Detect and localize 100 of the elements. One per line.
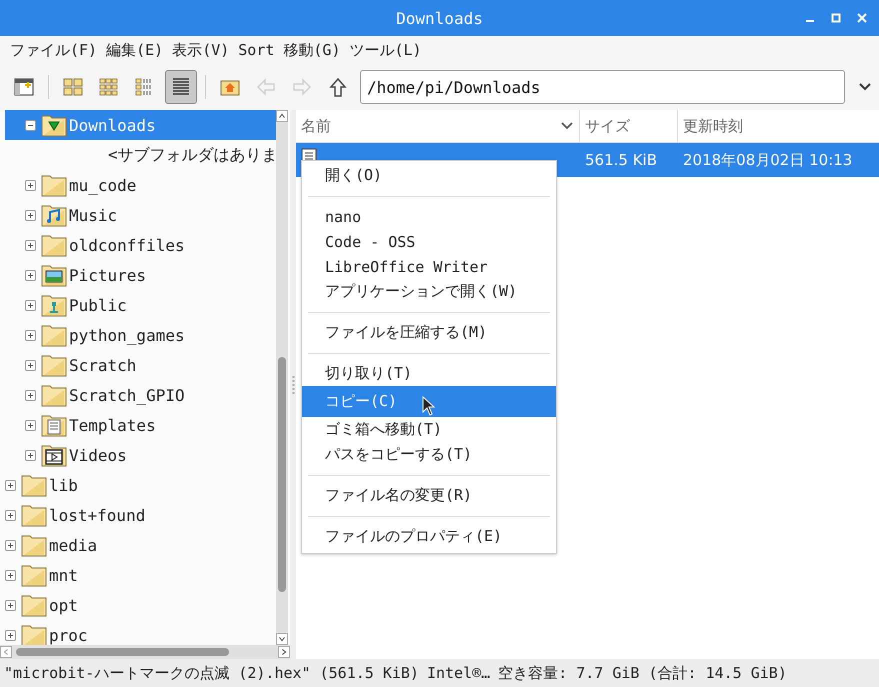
tree-item[interactable]: Scratch xyxy=(5,350,276,380)
folder-icon xyxy=(21,503,47,527)
menu-item[interactable]: LibreOffice Writer xyxy=(302,254,556,279)
menu-item[interactable]: 切り取り(T) xyxy=(302,361,556,386)
folder-icon xyxy=(41,233,67,257)
scroll-up-icon[interactable] xyxy=(276,110,288,122)
menu-item[interactable]: nano xyxy=(302,204,556,229)
folder-name: Pictures xyxy=(69,266,146,284)
expand-icon[interactable] xyxy=(5,480,16,490)
menu-item[interactable]: ファイル(F) xyxy=(10,40,98,60)
menu-item[interactable]: ファイルのプロパティ(E) xyxy=(302,524,556,549)
folder-name: Templates xyxy=(69,416,156,434)
folder-icon xyxy=(41,323,67,347)
status-text: Intel®… xyxy=(426,664,490,682)
expand-icon[interactable] xyxy=(25,270,36,280)
toolbar-button[interactable] xyxy=(165,70,197,104)
tree-item[interactable]: Music xyxy=(5,200,276,230)
expand-icon[interactable] xyxy=(5,570,16,580)
folder-icon xyxy=(21,533,47,557)
status-text: 空き容量: 7.7 GiB (合計: 14.5 GiB) xyxy=(498,664,787,682)
folder-name: lib xyxy=(49,476,78,494)
new-window-icon xyxy=(13,76,35,98)
folder-name: Public xyxy=(69,296,127,314)
menu-item[interactable]: ファイルを圧縮する(M) xyxy=(302,320,556,345)
folder-icon xyxy=(41,353,67,377)
folder-name: Downloads xyxy=(69,116,156,134)
tree-item[interactable]: Templates xyxy=(5,410,276,440)
forward-arrow-icon xyxy=(291,76,313,98)
menu-item[interactable]: 移動(G) xyxy=(283,40,340,60)
folder-name: mu_code xyxy=(69,176,136,194)
maximize-icon[interactable] xyxy=(831,13,841,23)
expand-icon[interactable] xyxy=(25,300,36,310)
expand-icon[interactable] xyxy=(25,360,36,370)
expand-icon[interactable] xyxy=(5,540,16,550)
menu-item[interactable]: 表示(V) xyxy=(172,40,230,60)
menu-item[interactable]: Sort xyxy=(238,41,274,59)
expand-icon[interactable] xyxy=(25,210,36,220)
video-folder-icon xyxy=(41,443,67,467)
horizontal-scrollbar[interactable] xyxy=(0,645,290,659)
window-title: Downloads xyxy=(396,8,483,28)
tree-item[interactable]: mnt xyxy=(5,560,276,590)
small-grid-icon xyxy=(98,76,120,98)
expand-icon[interactable] xyxy=(25,240,36,250)
grid-icon xyxy=(62,76,84,98)
tree-item[interactable]: lost+found xyxy=(5,500,276,530)
tree-item[interactable]: media xyxy=(5,530,276,560)
folder-name: lost+found xyxy=(49,506,146,524)
tree-item[interactable]: Public xyxy=(5,290,276,320)
tree-item[interactable]: lib xyxy=(5,470,276,500)
folder-icon xyxy=(41,173,67,197)
tree-item[interactable]: Pictures xyxy=(5,260,276,290)
menu-item[interactable]: ファイル名の変更(R) xyxy=(302,483,556,508)
sort-caret-icon xyxy=(561,122,573,130)
tree-item[interactable]: oldconffiles xyxy=(5,230,276,260)
template-folder-icon xyxy=(41,413,67,437)
tree-item[interactable]: opt xyxy=(5,590,276,620)
dropdown-icon[interactable] xyxy=(859,83,871,91)
scroll-left-icon[interactable] xyxy=(0,646,12,658)
status-text: "microbit-ハートマークの点滅 (2).hex" (561.5 KiB) xyxy=(4,664,419,682)
folder-icon xyxy=(21,593,47,617)
up-arrow-icon xyxy=(327,76,349,98)
expand-icon[interactable] xyxy=(25,330,36,340)
music-folder-icon xyxy=(41,203,67,227)
menu-item[interactable]: Code - OSS xyxy=(302,229,556,254)
expand-icon[interactable] xyxy=(5,510,16,520)
expand-icon[interactable] xyxy=(5,600,16,610)
menu-item[interactable]: パスをコピーする(T) xyxy=(302,442,556,467)
column-header[interactable]: 名前 xyxy=(296,110,580,142)
expand-icon[interactable] xyxy=(25,180,36,190)
column-header[interactable]: 更新時刻 xyxy=(678,110,879,142)
expand-icon[interactable] xyxy=(25,450,36,460)
path-field[interactable]: /home/pi/Downloads xyxy=(360,70,845,104)
tree-item[interactable]: Scratch_GPIO xyxy=(5,380,276,410)
column-header[interactable]: サイズ xyxy=(580,110,678,142)
menu-item[interactable]: コピー(C) xyxy=(302,386,556,417)
expand-icon[interactable] xyxy=(5,630,16,640)
tree-item[interactable]: Downloads xyxy=(5,110,276,140)
scroll-down-icon[interactable] xyxy=(276,633,288,645)
collapse-icon[interactable] xyxy=(25,120,36,130)
table-cell-text: 2018年08月02日 10:13 xyxy=(682,150,854,170)
download-folder-icon xyxy=(41,113,67,137)
expand-icon[interactable] xyxy=(25,390,36,400)
folder-name: proc xyxy=(49,626,88,644)
menu-item[interactable]: 編集(E) xyxy=(106,40,164,60)
folder-name: python_games xyxy=(69,326,185,344)
scroll-right-icon[interactable] xyxy=(278,646,290,658)
menu-item[interactable]: ゴミ箱へ移動(T) xyxy=(302,417,556,442)
vertical-scrollbar[interactable] xyxy=(276,110,288,645)
close-icon[interactable] xyxy=(857,13,867,23)
picture-folder-icon xyxy=(41,263,67,287)
menu-item[interactable]: アプリケーションで開く(W) xyxy=(302,279,556,304)
folder-name: opt xyxy=(49,596,78,614)
folder-name: Scratch xyxy=(69,356,136,374)
tree-item[interactable]: mu_code xyxy=(5,170,276,200)
tree-item[interactable]: python_games xyxy=(5,320,276,350)
menu-item[interactable]: ツール(L) xyxy=(350,40,422,60)
tree-item[interactable]: Videos xyxy=(5,440,276,470)
table-cell-text: 561.5 KiB xyxy=(584,150,658,171)
splitter-handle-icon[interactable] xyxy=(292,374,294,394)
expand-icon[interactable] xyxy=(25,420,36,430)
